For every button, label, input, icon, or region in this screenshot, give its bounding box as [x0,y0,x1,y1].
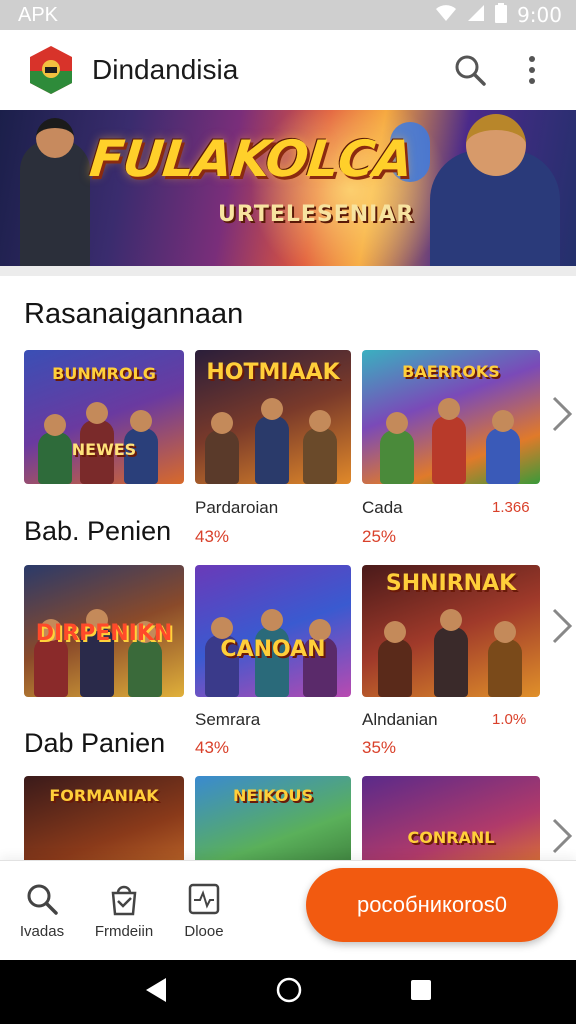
hero-figure-right [430,114,560,266]
more-vert-icon[interactable] [512,50,552,90]
search-icon [24,881,60,917]
recents-icon[interactable] [410,979,432,1006]
battery-icon [495,2,508,28]
nav-item-search[interactable]: Ivadas [2,881,82,940]
app-bar: Dindandisia [0,30,576,110]
wifi-icon [435,4,457,27]
status-icons: 9:00 [435,2,562,28]
game-percent: 35% [362,738,397,757]
activity-icon [186,881,222,917]
nav-item-bag[interactable]: Frmdeiin [84,881,164,940]
nav-item-label: Frmdeiin [94,923,154,940]
status-left-text: APK [18,3,59,26]
tile-subtitle: NEWES [71,440,137,459]
banner-subtitle: URTELESENIAR [218,202,415,227]
game-name: Pardaroian [195,498,279,517]
chevron-right-icon[interactable] [548,816,574,856]
game-tile[interactable]: HOTMIAAK [195,350,351,484]
tile-title: HOTMIAAK [206,360,340,385]
game-percent: 43% [195,738,230,757]
row-label: Dab Panien [24,728,166,758]
game-tile[interactable]: BAERROKS [362,350,540,484]
nav-item-activity[interactable]: Dlooe [164,881,244,940]
game-name: Cada [362,498,403,517]
chevron-right-icon[interactable] [548,606,574,646]
game-tile[interactable]: BUNMROLG NEWES [24,350,184,484]
back-icon[interactable] [144,977,168,1008]
status-bar: APK 9:00 [0,0,576,30]
signal-icon [467,4,485,27]
tile-title: CONRANL [407,828,495,847]
home-icon[interactable] [275,976,303,1009]
game-tile[interactable]: DIRPENIKN [24,565,184,697]
section-title: Rasanaigannaan [24,298,244,330]
tile-title: CANOAN [220,637,326,662]
tile-title: BUNMROLG [52,364,156,383]
game-tile[interactable]: SHNIRNAK [362,565,540,697]
game-name: Alndanian [362,710,438,729]
divider [0,266,576,276]
game-stat: 1.0% [492,711,527,728]
tile-title: DIRPENIKN [35,621,173,646]
game-tile[interactable]: CANOAN [195,565,351,697]
chevron-right-icon[interactable] [548,394,574,434]
tile-characters [195,398,351,484]
hero-figure-left [20,118,90,266]
game-stat: 1.366 [492,499,530,516]
app-logo [28,45,74,95]
tile-characters [362,609,540,697]
game-percent: 43% [195,527,230,546]
nav-item-label: Ivadas [19,923,65,940]
search-icon[interactable] [450,50,490,90]
status-time: 9:00 [517,3,562,27]
tile-characters [362,398,540,484]
system-nav-bar [0,960,576,1024]
row-label: Bab. Penien [24,516,172,546]
app-title: Dindandisia [92,54,239,85]
hero-banner[interactable]: FULAKOLCA URTELESENIAR [0,110,576,266]
bag-icon [106,881,142,917]
tile-title: FORMANIAK [49,786,159,805]
banner-title: FULAKOLCA [86,130,415,188]
nav-item-label: Dlooe [184,923,224,940]
tile-title: NEIKOUS [232,786,314,805]
game-name: Semrara [195,710,261,729]
cta-button[interactable]: pособникоrоs0 [306,868,558,942]
tile-title: SHNIRNAK [385,571,517,596]
game-percent: 25% [362,527,397,546]
tile-title: BAERROKS [402,362,500,381]
